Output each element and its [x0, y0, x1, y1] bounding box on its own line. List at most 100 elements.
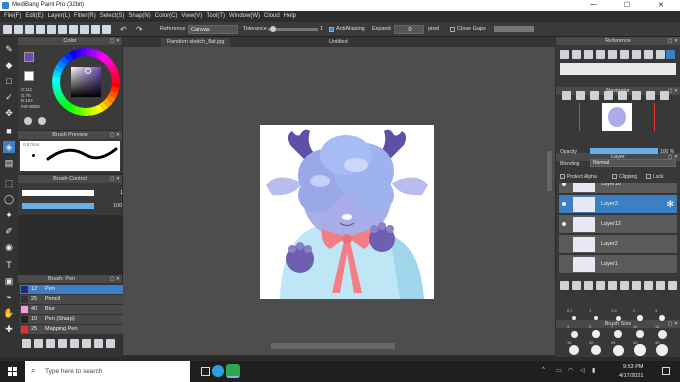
- menu-item-layerl[interactable]: Layer(L): [48, 13, 70, 19]
- tolerance-slider-thumb[interactable]: [270, 26, 276, 32]
- wifi-icon[interactable]: ◠: [568, 367, 573, 374]
- select-pen-tool-icon[interactable]: ✐: [3, 225, 15, 237]
- nav-flip-icon[interactable]: [660, 91, 669, 100]
- menu-item-filef[interactable]: File(F): [4, 13, 21, 19]
- ref-hand-icon[interactable]: [666, 50, 675, 59]
- brush-item[interactable]: 40 Blur: [20, 305, 126, 314]
- drawing-canvas[interactable]: [260, 125, 434, 299]
- divide-tool-icon[interactable]: ▣: [3, 275, 15, 287]
- layer-gear-icon[interactable]: [644, 281, 653, 290]
- ruler-icon[interactable]: [80, 25, 89, 34]
- eraser-tool-icon[interactable]: ◆: [3, 59, 15, 71]
- new-file-icon[interactable]: [3, 25, 12, 34]
- layer-row[interactable]: Layer12: [559, 215, 677, 234]
- edge-browser-icon[interactable]: [212, 365, 224, 377]
- redo-icon[interactable]: ↷: [136, 25, 143, 34]
- task-view-icon[interactable]: [201, 367, 210, 376]
- open-icon[interactable]: [14, 25, 23, 34]
- canvas-vertical-scrollbar[interactable]: [547, 151, 552, 191]
- shape-tool-icon[interactable]: □: [3, 75, 15, 87]
- brush-item[interactable]: 25 Pencil: [20, 295, 126, 304]
- brush-size-cell[interactable]: 2: [630, 308, 650, 324]
- grid-icon[interactable]: [58, 25, 67, 34]
- brush-size-cell[interactable]: 50: [564, 356, 584, 357]
- ref-pin-icon[interactable]: [656, 50, 665, 59]
- hand-tool-icon[interactable]: ✋: [3, 307, 15, 319]
- panel-options-icon[interactable]: ▢ ✕: [110, 131, 120, 139]
- layer-more-icon[interactable]: [656, 281, 665, 290]
- minimize-button[interactable]: —: [590, 1, 597, 8]
- transparent-color-swatch[interactable]: [24, 71, 34, 81]
- blending-select[interactable]: Normal: [590, 159, 676, 167]
- clock-time[interactable]: 9:53 PM: [623, 364, 643, 370]
- zoom-tool-icon[interactable]: ✚: [3, 323, 15, 335]
- ref-zoom-out-icon[interactable]: [596, 50, 605, 59]
- layer-row[interactable]: Layer2: [559, 235, 677, 254]
- eye-icon[interactable]: [562, 202, 566, 206]
- layer-settings-gear-icon[interactable]: ✻: [666, 199, 674, 210]
- menu-item-colorc[interactable]: Color(C): [155, 13, 178, 19]
- add-brush-icon[interactable]: [22, 339, 31, 348]
- menu-item-edite[interactable]: Edit(E): [25, 13, 43, 19]
- delete-layer-icon[interactable]: [668, 281, 677, 290]
- move-up-icon[interactable]: [620, 281, 629, 290]
- ref-fit-icon[interactable]: [608, 50, 617, 59]
- brush-opacity-slider[interactable]: [22, 203, 94, 209]
- windows-start-icon[interactable]: [8, 367, 17, 376]
- merge-down-icon[interactable]: [608, 281, 617, 290]
- layer-row[interactable]: Layer16: [559, 183, 677, 194]
- canvas-area[interactable]: [123, 47, 555, 355]
- nav-fit-icon[interactable]: [590, 91, 599, 100]
- menu-item-viewv[interactable]: View(V): [181, 13, 202, 19]
- brush-size-cell[interactable]: 5: [586, 324, 606, 340]
- brush-size-cell[interactable]: 10: [630, 324, 650, 340]
- menu-item-filterr[interactable]: Filter(R): [74, 13, 96, 19]
- panel-options-icon[interactable]: ▢ ✕: [110, 37, 120, 45]
- fill-rect-tool-icon[interactable]: ■: [3, 125, 15, 137]
- panel-options-icon[interactable]: ▢ ✕: [110, 275, 120, 283]
- maximize-button[interactable]: ☐: [624, 1, 630, 9]
- ref-flip-icon[interactable]: [632, 50, 641, 59]
- brush-item[interactable]: 10 Pen (Sharp): [20, 315, 126, 324]
- brush-size-cell[interactable]: 15: [564, 340, 584, 356]
- panel-options-icon[interactable]: ▢ ✕: [110, 175, 120, 183]
- color-sets-icon[interactable]: [38, 117, 46, 125]
- brush-size-cell[interactable]: 12: [652, 324, 672, 340]
- palette-icon[interactable]: [24, 117, 32, 125]
- transform-icon[interactable]: [91, 25, 100, 34]
- nav-actual-size-icon[interactable]: [604, 91, 613, 100]
- reference-select[interactable]: Canvas: [188, 25, 238, 34]
- brush-size-cell[interactable]: 7: [608, 324, 628, 340]
- clipping-checkbox[interactable]: [612, 174, 617, 179]
- dot-tool-icon[interactable]: ✓: [3, 91, 15, 103]
- antialiasing-checkbox[interactable]: [329, 27, 334, 32]
- cloud-brush-icon[interactable]: [58, 339, 67, 348]
- brush-size-cell[interactable]: 4: [564, 324, 584, 340]
- nav-rotate-right-icon[interactable]: [632, 91, 641, 100]
- ref-folder-icon[interactable]: [572, 50, 581, 59]
- canvas-horizontal-scrollbar[interactable]: [271, 343, 395, 349]
- new-layer-icon[interactable]: [560, 281, 569, 290]
- nav-rotate-left-icon[interactable]: [618, 91, 627, 100]
- crop-icon[interactable]: [102, 25, 111, 34]
- ref-open-icon[interactable]: [560, 50, 569, 59]
- menu-item-toolt[interactable]: Tool(T): [206, 13, 225, 19]
- duplicate-layer-icon[interactable]: [596, 281, 605, 290]
- medibang-taskbar-icon[interactable]: [226, 364, 240, 378]
- save-icon[interactable]: [25, 25, 34, 34]
- brush-size-cell[interactable]: 1: [586, 308, 606, 324]
- brush-list-view-icon[interactable]: [94, 339, 103, 348]
- brush-delete-icon[interactable]: [106, 339, 115, 348]
- new-halftone-layer-icon[interactable]: [572, 281, 581, 290]
- layer-opacity-slider[interactable]: [590, 148, 658, 154]
- nav-zoom-out-icon[interactable]: [576, 91, 585, 100]
- close-gaps-slider[interactable]: [494, 26, 534, 32]
- brush-size-cell[interactable]: 25: [608, 340, 628, 356]
- volume-icon[interactable]: ◁: [580, 367, 585, 374]
- bucket-tool-icon[interactable]: ◈: [3, 141, 15, 153]
- select-tool-icon[interactable]: ⬚: [3, 177, 15, 189]
- menu-item-windoww[interactable]: Window(W): [229, 13, 260, 19]
- text-tool-icon[interactable]: T: [3, 259, 15, 271]
- brush-settings-icon[interactable]: [46, 339, 55, 348]
- snap-icon[interactable]: [69, 25, 78, 34]
